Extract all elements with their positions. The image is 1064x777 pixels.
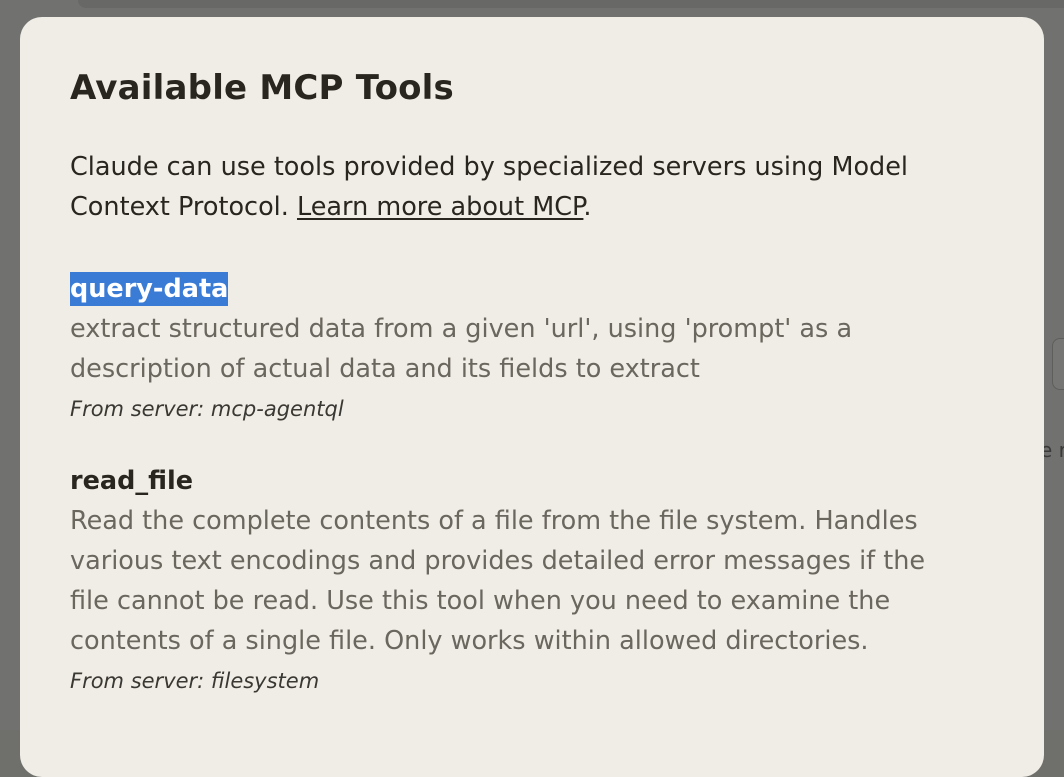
modal-intro: Claude can use tools provided by special…: [70, 147, 950, 227]
tool-item-query-data: query-data extract structured data from …: [70, 269, 970, 425]
tool-server-label: From server: filesystem: [70, 669, 320, 693]
tool-name: query-data: [70, 272, 229, 306]
tool-server-label: From server: mcp-agentql: [70, 397, 344, 421]
background-top-bar: [78, 0, 1064, 8]
tool-description: Read the complete contents of a file fro…: [70, 506, 926, 656]
modal-title: Available MCP Tools: [70, 68, 454, 108]
tool-description: extract structured data from a given 'ur…: [70, 314, 853, 384]
background-right-control: [1052, 338, 1064, 390]
learn-more-mcp-link[interactable]: Learn more about MCP: [297, 192, 583, 222]
intro-period: .: [583, 192, 592, 222]
tool-name: read_file: [70, 466, 194, 496]
tool-item-read-file: read_file Read the complete contents of …: [70, 461, 970, 697]
